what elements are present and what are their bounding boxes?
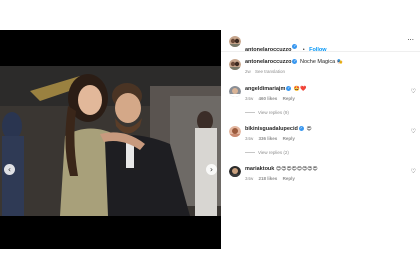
- commenter-avatar[interactable]: [229, 125, 241, 137]
- comment-username[interactable]: angeldimariajm: [245, 86, 285, 92]
- comment-likes[interactable]: 460 likes: [259, 96, 278, 101]
- caption-username[interactable]: antonelaroccuzzo: [245, 59, 291, 65]
- comment-reply-button[interactable]: Reply: [283, 136, 295, 141]
- caption-time: 2w: [245, 69, 251, 74]
- comment-time: 34w: [245, 136, 254, 141]
- author-avatar-image: [229, 36, 241, 47]
- comment-reply-button[interactable]: Reply: [283, 176, 295, 181]
- header-separator: •: [302, 47, 305, 53]
- comment-time: 34w: [245, 96, 254, 101]
- comment-meta: 34w 336 likes Reply: [245, 136, 299, 141]
- more-options-icon[interactable]: ···: [407, 36, 414, 44]
- party-mask-icon: 🎭: [336, 59, 343, 65]
- previous-photo-button[interactable]: ‹: [4, 164, 15, 175]
- chevron-right-icon: ›: [209, 165, 214, 174]
- comment-reply-button[interactable]: Reply: [283, 96, 295, 101]
- post-media[interactable]: ‹ ›: [0, 30, 221, 249]
- comment-emoji: 😍: [306, 126, 312, 132]
- comment-verified-icon: ✓: [298, 126, 304, 132]
- commenter-avatar[interactable]: [229, 85, 241, 97]
- header-text: antonelaroccuzzo✓ • Follow: [245, 38, 327, 56]
- comment-emoji: 😍😍😍😍😍😍😍😍: [275, 166, 318, 172]
- view-replies-button[interactable]: View replies (2): [245, 150, 289, 155]
- view-replies-button[interactable]: View replies (9): [245, 110, 289, 115]
- caption-author-avatar[interactable]: [229, 58, 241, 70]
- commenter-avatar-image: [229, 166, 241, 177]
- comment-username[interactable]: bikinisguadalupecid: [245, 126, 298, 132]
- author-avatar[interactable]: [229, 35, 241, 47]
- comment-likes[interactable]: 218 likes: [259, 176, 278, 181]
- replies-line: [245, 112, 255, 114]
- caption-body: antonelaroccuzzo ✓ Noche Magica 🎭: [245, 59, 405, 66]
- comment-body: angeldimariajm ✓ 🤩❤️: [245, 86, 405, 93]
- comment-body: bikinisguadalupecid ✓ 😍: [245, 126, 405, 133]
- like-heart-icon[interactable]: ♡: [411, 88, 416, 95]
- commenter-avatar-image: [229, 126, 241, 137]
- caption-verified-icon: ✓: [292, 59, 298, 65]
- post-photo: [0, 66, 221, 216]
- like-heart-icon[interactable]: ♡: [411, 128, 416, 135]
- photo-illustration: [0, 66, 221, 216]
- chevron-left-icon: ‹: [7, 165, 12, 174]
- comment-emoji: 🤩❤️: [293, 86, 307, 92]
- comment-verified-icon: ✓: [286, 86, 292, 92]
- author-username[interactable]: antonelaroccuzzo: [245, 47, 291, 53]
- comment-meta: 34w 460 likes Reply: [245, 96, 299, 101]
- comment-body: mariaktouk 😍😍😍😍😍😍😍😍: [245, 166, 405, 173]
- comment-time: 34w: [245, 176, 254, 181]
- like-heart-icon[interactable]: ♡: [411, 168, 416, 175]
- caption-text: Noche Magica: [299, 59, 336, 65]
- replies-line: [245, 152, 255, 154]
- comment-username[interactable]: mariaktouk: [245, 166, 274, 172]
- caption-avatar-image: [229, 59, 241, 70]
- see-translation-link[interactable]: 2w See translation: [245, 69, 289, 74]
- verified-badge-icon: ✓: [292, 44, 298, 50]
- post-side-pane: antonelaroccuzzo✓ • Follow ··· antonelar…: [221, 30, 420, 249]
- next-photo-button[interactable]: ›: [206, 164, 217, 175]
- post-header: antonelaroccuzzo✓ • Follow ···: [221, 30, 420, 53]
- follow-button[interactable]: Follow: [309, 47, 326, 53]
- commenter-avatar-image: [229, 86, 241, 97]
- commenter-avatar[interactable]: [229, 165, 241, 177]
- comment-likes[interactable]: 336 likes: [259, 136, 278, 141]
- comment-meta: 34w 218 likes Reply: [245, 176, 299, 181]
